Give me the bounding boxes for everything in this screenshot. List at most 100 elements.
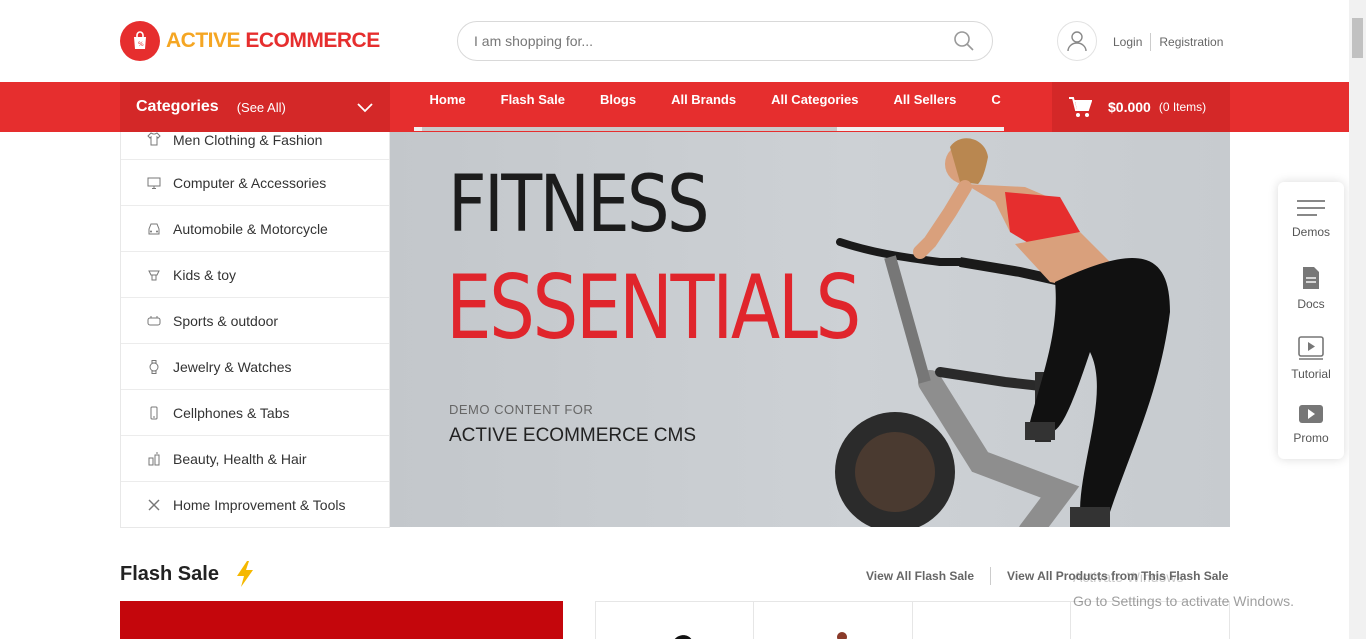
watermark-line-2: Go to Settings to activate Windows. (1073, 593, 1294, 609)
docs-label: Docs (1297, 297, 1325, 311)
cart-amount: $0.000 (1108, 99, 1151, 115)
flash-sale-title: Flash Sale (120, 562, 219, 585)
category-label: Men Clothing & Fashion (173, 132, 323, 148)
tools-icon (147, 498, 161, 512)
main-navbar: Categories (See All) Home Flash Sale Blo… (0, 82, 1366, 132)
shopping-bag-icon: % (120, 21, 160, 61)
product-card[interactable] (754, 602, 913, 639)
car-icon (147, 222, 161, 236)
product-image (837, 632, 848, 639)
banner-headline-1: FITNESS (448, 160, 710, 250)
see-all-link[interactable]: (See All) (237, 100, 286, 115)
login-link[interactable]: Login (1113, 35, 1142, 49)
nav-home[interactable]: Home (412, 82, 483, 132)
product-card[interactable] (596, 602, 755, 639)
demos-button[interactable]: Demos (1278, 198, 1344, 239)
category-item-automobile[interactable]: Automobile & Motorcycle (121, 206, 389, 252)
category-item-computer[interactable]: Computer & Accessories (121, 160, 389, 206)
category-label: Beauty, Health & Hair (173, 450, 307, 467)
search-icon (954, 31, 974, 51)
nav-blogs[interactable]: Blogs (582, 82, 653, 132)
watermark-line-1: Activate Windows (1073, 569, 1184, 585)
flash-sale-banner[interactable] (120, 601, 563, 639)
nav-menu: Home Flash Sale Blogs All Brands All Cat… (412, 82, 1004, 132)
shirt-icon (147, 132, 161, 146)
play-outline-icon (1298, 336, 1324, 360)
category-item-kids-toy[interactable]: Kids & toy (121, 252, 389, 298)
logo-text-part1: ACTIVE (166, 29, 241, 52)
nav-all-sellers[interactable]: All Sellers (876, 82, 974, 132)
beauty-icon (147, 452, 161, 466)
monitor-icon (147, 176, 161, 190)
search-input[interactable] (474, 33, 944, 49)
chevron-down-icon (357, 103, 373, 113)
logo-text-part2: ECOMMERCE (245, 29, 380, 52)
play-filled-icon (1299, 405, 1323, 423)
view-all-flash-sale-link[interactable]: View All Flash Sale (866, 569, 974, 583)
promo-button[interactable]: Promo (1278, 404, 1344, 445)
logo-text: ACTIVE ECOMMERCE (166, 29, 380, 53)
page: % ACTIVE ECOMMERCE Logi (0, 0, 1366, 639)
flash-sale-heading: Flash Sale (120, 561, 255, 587)
category-item-cellphones[interactable]: Cellphones & Tabs (121, 390, 389, 436)
categories-title: Categories (136, 98, 219, 115)
category-label: Kids & toy (173, 266, 237, 283)
auth-links: Login Registration (1113, 33, 1223, 51)
categories-toggle[interactable]: Categories (See All) (120, 82, 390, 132)
svg-text:%: % (138, 41, 144, 48)
floating-toolbar: Demos Docs Tutorial Promo (1278, 182, 1344, 459)
docs-button[interactable]: Docs (1278, 266, 1344, 311)
category-item-beauty[interactable]: Beauty, Health & Hair (121, 436, 389, 482)
nav-truncated[interactable]: C (974, 82, 1004, 132)
page-scrollbar-thumb[interactable] (1352, 18, 1363, 58)
nav-all-categories[interactable]: All Categories (754, 82, 876, 132)
header: % ACTIVE ECOMMERCE Logi (0, 0, 1366, 82)
registration-link[interactable]: Registration (1159, 35, 1223, 49)
category-item-men-clothing[interactable]: Men Clothing & Fashion (121, 132, 389, 160)
cart-button[interactable]: $0.000 (0 Items) (1052, 82, 1230, 132)
category-item-home-improvement[interactable]: Home Improvement & Tools (121, 482, 389, 527)
watch-icon (147, 359, 161, 374)
banner-headline-2: ESSENTIALS (446, 256, 861, 359)
cart-items-count: (0 Items) (1158, 100, 1207, 114)
tutorial-label: Tutorial (1291, 367, 1331, 381)
user-icon (1067, 31, 1087, 52)
nav-flash-sale[interactable]: Flash Sale (483, 82, 582, 132)
nav-scrollbar[interactable] (414, 127, 1004, 131)
tutorial-button[interactable]: Tutorial (1278, 336, 1344, 381)
search-bar (457, 21, 993, 61)
product-image (674, 635, 692, 639)
search-button[interactable] (944, 22, 984, 60)
windows-activation-watermark: Activate Windows Go to Settings to activ… (1073, 565, 1294, 613)
phone-icon (147, 406, 161, 420)
demos-label: Demos (1291, 225, 1330, 239)
category-label: Computer & Accessories (173, 174, 327, 191)
fitness-model-illustration (835, 138, 1170, 527)
nav-all-brands[interactable]: All Brands (654, 82, 754, 132)
cart-icon (1069, 97, 1092, 117)
nav-scrollbar-thumb[interactable] (422, 127, 837, 131)
category-label: Sports & outdoor (173, 312, 279, 329)
category-label: Automobile & Motorcycle (173, 220, 328, 237)
lightning-icon (236, 561, 253, 587)
category-list: Men Clothing & Fashion Computer & Access… (120, 132, 390, 528)
banner-subtext: DEMO CONTENT FOR (449, 402, 594, 417)
category-item-jewelry[interactable]: Jewelry & Watches (121, 344, 389, 390)
user-avatar[interactable] (1057, 21, 1097, 61)
category-label: Home Improvement & Tools (173, 496, 346, 513)
sports-icon (147, 314, 161, 328)
toy-icon (147, 268, 161, 282)
banner-cms-text: ACTIVE ECOMMERCE CMS (449, 425, 697, 446)
category-label: Jewelry & Watches (173, 358, 292, 375)
page-scrollbar[interactable] (1349, 0, 1366, 639)
menu-lines-icon (1297, 200, 1325, 216)
category-label: Cellphones & Tabs (173, 404, 290, 421)
document-icon (1303, 267, 1319, 289)
category-item-sports[interactable]: Sports & outdoor (121, 298, 389, 344)
logo[interactable]: % ACTIVE ECOMMERCE (120, 21, 380, 61)
product-card[interactable] (913, 602, 1071, 639)
promo-label: Promo (1293, 431, 1329, 445)
hero-banner[interactable]: FITNESS ESSENTIALS DEMO CONTENT FOR ACTI… (390, 132, 1230, 527)
divider (1150, 33, 1152, 51)
divider (990, 567, 992, 585)
